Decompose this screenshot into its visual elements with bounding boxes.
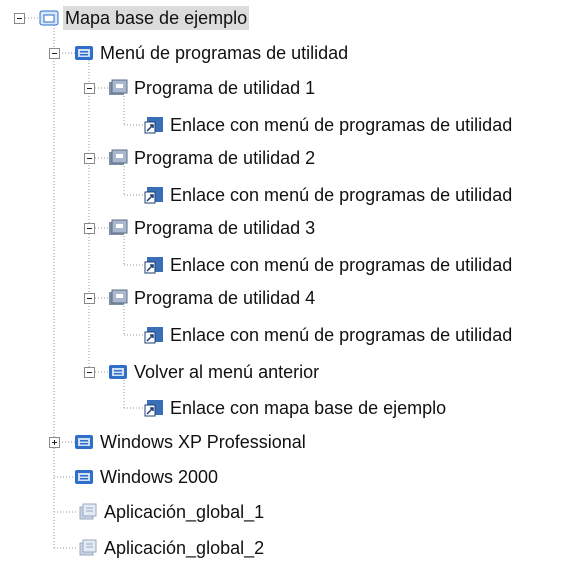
shortcut-link-icon <box>144 116 164 134</box>
utility-program-icon <box>108 79 128 97</box>
expand-toggle-windows-xp[interactable] <box>49 437 60 448</box>
base-map-icon <box>39 9 59 27</box>
tree-node-program-4[interactable]: Programa de utilidad 4 <box>108 284 317 312</box>
tree-node-label: Menú de programas de utilidad <box>100 43 349 63</box>
shortcut-link-icon <box>144 326 164 344</box>
tree-node-app-1[interactable]: Aplicación_global_1 <box>78 498 266 526</box>
tree-node-windows-xp[interactable]: Windows XP Professional <box>74 428 308 456</box>
menu-icon <box>74 468 94 486</box>
tree-node-label: Mapa base de ejemplo <box>63 6 250 30</box>
tree-node-link-volver[interactable]: Enlace con mapa base de ejemplo <box>144 394 448 422</box>
tree-node-app-2[interactable]: Aplicación_global_2 <box>78 534 266 562</box>
menu-icon <box>108 363 128 381</box>
tree-node-menu-utilidades[interactable]: Menú de programas de utilidad <box>74 39 350 67</box>
tree-node-root[interactable]: Mapa base de ejemplo <box>39 4 250 32</box>
tree-node-label: Programa de utilidad 4 <box>134 288 316 308</box>
tree-node-label: Windows 2000 <box>100 467 219 487</box>
tree-node-label: Enlace con menú de programas de utilidad <box>170 255 513 275</box>
tree-node-program-3[interactable]: Programa de utilidad 3 <box>108 214 317 242</box>
tree-node-link-program-4[interactable]: Enlace con menú de programas de utilidad <box>144 321 514 349</box>
collapse-toggle-program-2[interactable] <box>84 153 95 164</box>
tree-node-label: Volver al menú anterior <box>134 362 320 382</box>
utility-program-icon <box>108 219 128 237</box>
tree-view: Mapa base de ejemplo Menú de programas d… <box>0 0 569 561</box>
tree-node-link-program-1[interactable]: Enlace con menú de programas de utilidad <box>144 111 514 139</box>
menu-icon <box>74 44 94 62</box>
tree-node-program-2[interactable]: Programa de utilidad 2 <box>108 144 317 172</box>
tree-node-link-program-2[interactable]: Enlace con menú de programas de utilidad <box>144 181 514 209</box>
tree-node-windows-2000[interactable]: Windows 2000 <box>74 463 220 491</box>
tree-node-volver[interactable]: Volver al menú anterior <box>108 358 321 386</box>
tree-node-label: Programa de utilidad 2 <box>134 148 316 168</box>
tree-node-label: Enlace con menú de programas de utilidad <box>170 185 513 205</box>
shortcut-link-icon <box>144 186 164 204</box>
collapse-toggle-program-3[interactable] <box>84 223 95 234</box>
tree-node-label: Aplicación_global_1 <box>104 502 265 522</box>
tree-node-label: Aplicación_global_2 <box>104 538 265 558</box>
tree-node-program-1[interactable]: Programa de utilidad 1 <box>108 74 317 102</box>
shortcut-link-icon <box>144 399 164 417</box>
tree-node-label: Programa de utilidad 1 <box>134 78 316 98</box>
global-application-icon <box>78 539 98 557</box>
utility-program-icon <box>108 149 128 167</box>
tree-node-label: Enlace con menú de programas de utilidad <box>170 115 513 135</box>
collapse-toggle-menu[interactable] <box>49 48 60 59</box>
tree-node-label: Programa de utilidad 3 <box>134 218 316 238</box>
shortcut-link-icon <box>144 256 164 274</box>
tree-node-label: Windows XP Professional <box>100 432 306 452</box>
collapse-toggle-root[interactable] <box>14 13 25 24</box>
tree-node-label: Enlace con menú de programas de utilidad <box>170 325 513 345</box>
utility-program-icon <box>108 289 128 307</box>
collapse-toggle-program-4[interactable] <box>84 293 95 304</box>
collapse-toggle-program-1[interactable] <box>84 83 95 94</box>
menu-icon <box>74 433 94 451</box>
tree-node-link-program-3[interactable]: Enlace con menú de programas de utilidad <box>144 251 514 279</box>
collapse-toggle-volver[interactable] <box>84 367 95 378</box>
global-application-icon <box>78 503 98 521</box>
tree-node-label: Enlace con mapa base de ejemplo <box>170 398 447 418</box>
